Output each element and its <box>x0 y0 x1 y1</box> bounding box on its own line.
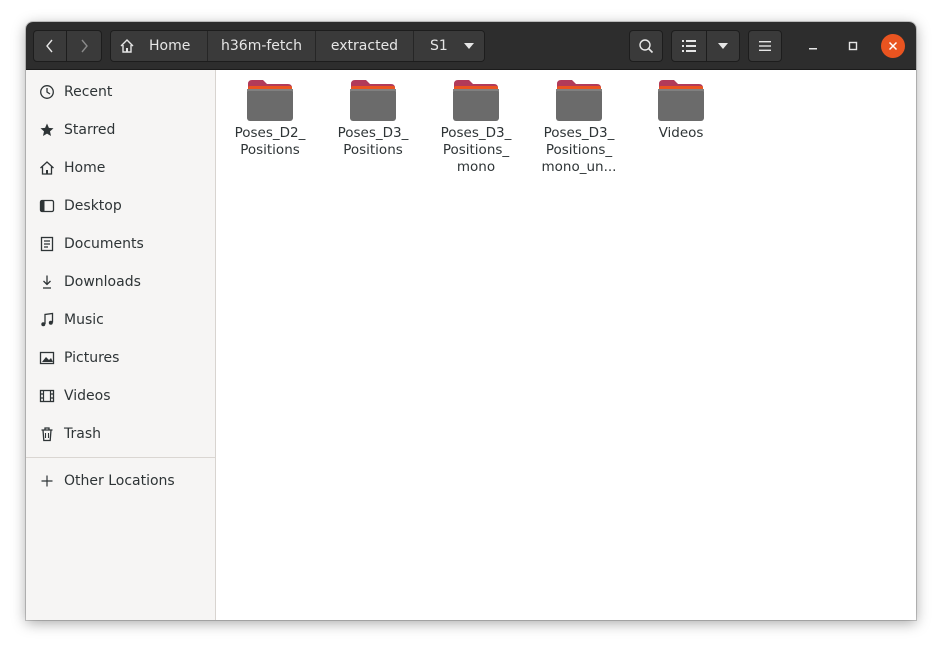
sidebar-item-trash[interactable]: Trash <box>26 415 215 453</box>
music-icon <box>39 312 55 328</box>
folder-item[interactable]: Poses_D3_ Positions_ mono_un... <box>531 78 627 176</box>
sidebar-item-label: Videos <box>64 388 111 404</box>
folder-label-line: Positions <box>343 142 403 158</box>
sidebar-item-label: Home <box>64 160 106 176</box>
file-view: Poses_D2_ Positions Poses_D3_ Positions <box>216 70 916 620</box>
folder-label-line: mono_un... <box>541 159 617 175</box>
folder-label: Poses_D3_ Positions_ mono_un... <box>531 125 627 176</box>
film-icon <box>39 388 55 404</box>
close-icon <box>888 41 898 51</box>
folder-label-line: Positions_ <box>442 142 510 158</box>
breadcrumb-label: extracted <box>330 38 399 54</box>
sidebar-item-pictures[interactable]: Pictures <box>26 339 215 377</box>
folder-icon <box>453 80 499 121</box>
triangle-down-icon <box>463 43 474 49</box>
sidebar: Recent Starred Home Desktop Documents Do… <box>26 70 216 620</box>
sidebar-item-label: Recent <box>64 84 113 100</box>
maximize-icon <box>848 41 858 51</box>
folder-label: Videos <box>633 125 729 142</box>
main-menu-button[interactable] <box>748 30 782 62</box>
document-icon <box>39 236 55 252</box>
trash-icon <box>39 426 55 442</box>
star-icon <box>39 122 55 138</box>
folder-icon <box>556 80 602 121</box>
sidebar-item-recent[interactable]: Recent <box>26 73 215 111</box>
breadcrumb-s1[interactable]: S1 <box>414 31 484 61</box>
sidebar-item-starred[interactable]: Starred <box>26 111 215 149</box>
list-view-button[interactable] <box>671 30 707 62</box>
breadcrumb-label: S1 <box>430 38 448 54</box>
clock-icon <box>39 84 55 100</box>
sidebar-item-label: Trash <box>64 426 101 442</box>
sidebar-item-music[interactable]: Music <box>26 301 215 339</box>
back-button[interactable] <box>33 30 67 62</box>
desktop-icon <box>39 198 55 214</box>
sidebar-item-videos[interactable]: Videos <box>26 377 215 415</box>
sidebar-item-label: Other Locations <box>64 473 175 489</box>
path-bar: Home h36m-fetch extracted S1 <box>110 30 485 62</box>
sidebar-item-other-locations[interactable]: Other Locations <box>26 462 215 500</box>
close-button[interactable] <box>881 34 905 58</box>
forward-button[interactable] <box>67 30 102 62</box>
view-options-button[interactable] <box>706 30 740 62</box>
maximize-button[interactable] <box>841 34 865 58</box>
list-view-icon <box>682 40 696 52</box>
picture-icon <box>39 350 55 366</box>
folder-icon <box>658 80 704 121</box>
sidebar-item-label: Downloads <box>64 274 141 290</box>
breadcrumb-label: Home <box>149 38 191 54</box>
breadcrumb-h36m-fetch[interactable]: h36m-fetch <box>208 31 316 61</box>
folder-label: Poses_D3_ Positions_ mono <box>428 125 524 176</box>
sidebar-item-label: Starred <box>64 122 116 138</box>
folder-label: Poses_D3_ Positions <box>325 125 421 159</box>
chevron-right-icon <box>81 39 88 53</box>
hamburger-menu-icon <box>759 41 771 51</box>
sidebar-item-documents[interactable]: Documents <box>26 225 215 263</box>
download-icon <box>39 274 55 290</box>
sidebar-item-label: Documents <box>64 236 144 252</box>
folder-label-line: Poses_D3_ <box>543 125 615 141</box>
folder-label-line: Positions <box>240 142 300 158</box>
sidebar-item-home[interactable]: Home <box>26 149 215 187</box>
breadcrumb-extracted[interactable]: extracted <box>316 31 414 61</box>
triangle-down-icon <box>718 43 728 49</box>
sidebar-item-desktop[interactable]: Desktop <box>26 187 215 225</box>
folder-label-line: Poses_D2_ <box>234 125 306 141</box>
search-icon <box>639 39 654 54</box>
folder-icon <box>247 80 293 121</box>
file-manager-window: Home h36m-fetch extracted S1 Recent Star… <box>26 22 916 620</box>
sidebar-item-label: Pictures <box>64 350 120 366</box>
folder-label-line: Videos <box>658 125 704 141</box>
chevron-left-icon <box>46 39 53 53</box>
folder-item[interactable]: Poses_D3_ Positions <box>325 78 421 159</box>
minimize-icon <box>809 48 817 50</box>
home-icon <box>39 160 55 176</box>
folder-item[interactable]: Poses_D2_ Positions <box>222 78 318 159</box>
breadcrumb-label: h36m-fetch <box>221 38 302 54</box>
plus-icon <box>39 473 55 489</box>
sidebar-item-label: Music <box>64 312 104 328</box>
folder-icon <box>350 80 396 121</box>
folder-label: Poses_D2_ Positions <box>222 125 318 159</box>
sidebar-item-label: Desktop <box>64 198 122 214</box>
folder-label-line: Positions_ <box>545 142 613 158</box>
home-icon <box>119 38 135 54</box>
folder-label-line: Poses_D3_ <box>440 125 512 141</box>
breadcrumb-home[interactable]: Home <box>111 31 208 61</box>
folder-label-line: Poses_D3_ <box>337 125 409 141</box>
search-button[interactable] <box>629 30 663 62</box>
sidebar-separator <box>26 457 215 458</box>
sidebar-item-downloads[interactable]: Downloads <box>26 263 215 301</box>
header-bar: Home h36m-fetch extracted S1 <box>26 22 916 70</box>
folder-label-line: mono <box>456 159 496 175</box>
minimize-button[interactable] <box>801 34 825 58</box>
folder-item[interactable]: Poses_D3_ Positions_ mono <box>428 78 524 176</box>
folder-item[interactable]: Videos <box>633 78 729 142</box>
